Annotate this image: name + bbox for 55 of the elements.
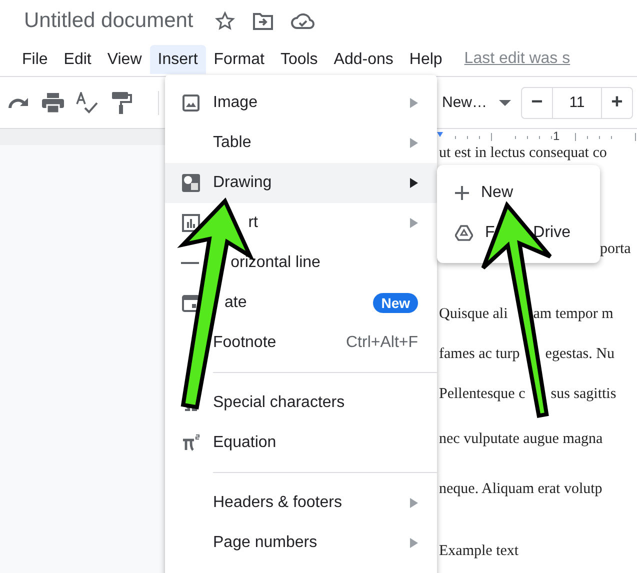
menu-item[interactable]: Insert [150,44,206,74]
menu-item[interactable]: Edit [56,44,100,74]
document-text: ut est in lectus consequat co [439,145,607,161]
image-icon [181,93,201,113]
shapes-icon [181,173,201,193]
document-text: am tempor m [533,306,614,322]
print-icon[interactable] [42,92,64,112]
menu-item[interactable]: Help [401,44,450,74]
font-size-field[interactable]: 11 [552,88,602,118]
font-size-control[interactable]: − 11 + [521,86,633,118]
menu-item[interactable]: Page numbers [165,523,437,563]
ruler-number: 1 [553,129,560,143]
menu-item[interactable]: File [14,44,56,74]
pi-icon [181,433,201,453]
document-text: Pellentesque c [439,386,526,402]
increase-font-button[interactable]: + [602,88,632,118]
star-icon[interactable] [215,11,236,31]
document-title[interactable]: Untitled document [24,9,194,33]
document-text: neque. Aliquam erat volutp [439,481,602,497]
menu-item[interactable]: Equation [165,423,437,463]
menu-item[interactable]: Image [165,83,437,123]
menu-item[interactable]: Add-ons [326,44,402,74]
document-text: Example text [439,543,519,559]
shortcut-text: Ctrl+Alt+F [346,334,418,352]
document-text: porta [600,241,631,257]
document-text: egestas. Nu [545,346,614,362]
submenu-item[interactable]: New [437,173,600,213]
menu-item[interactable]: Footnote Ctrl+Alt+F [165,323,437,363]
document-text: nec vulputate augue magna [439,431,603,447]
plus-icon [455,186,469,200]
menu-item[interactable]: Format [206,44,272,74]
paint-format-icon[interactable] [112,92,132,114]
chart-icon [181,213,201,233]
document-text: sus sagittis [550,386,616,402]
redo-icon[interactable] [8,96,30,110]
new-badge: New [373,293,418,313]
folder-move-icon[interactable] [253,12,274,30]
decrease-font-button[interactable]: − [522,88,552,118]
menu-item[interactable]: Tools [272,44,326,74]
menu-item[interactable]: orizontal line [165,243,437,283]
menu-item[interactable]: Drawing [165,163,437,203]
submenu-item[interactable]: F Drive [437,213,600,253]
spellcheck-icon[interactable] [76,92,98,114]
menu-item[interactable]: Table [165,123,437,163]
drive-icon [455,225,473,241]
menu-item[interactable]: Headers & footers [165,483,437,523]
document-text: Quisque ali [439,306,508,322]
cloud-check-icon[interactable] [291,12,316,30]
menu-item[interactable]: View [99,44,150,74]
document-text: fames ac turp [439,346,520,362]
caret-icon[interactable] [499,100,511,106]
menu-item[interactable]: rt [165,203,437,243]
font-dropdown[interactable]: New… [442,94,487,111]
last-edit-link[interactable]: Last edit was s [464,50,570,68]
line-icon [181,262,199,264]
